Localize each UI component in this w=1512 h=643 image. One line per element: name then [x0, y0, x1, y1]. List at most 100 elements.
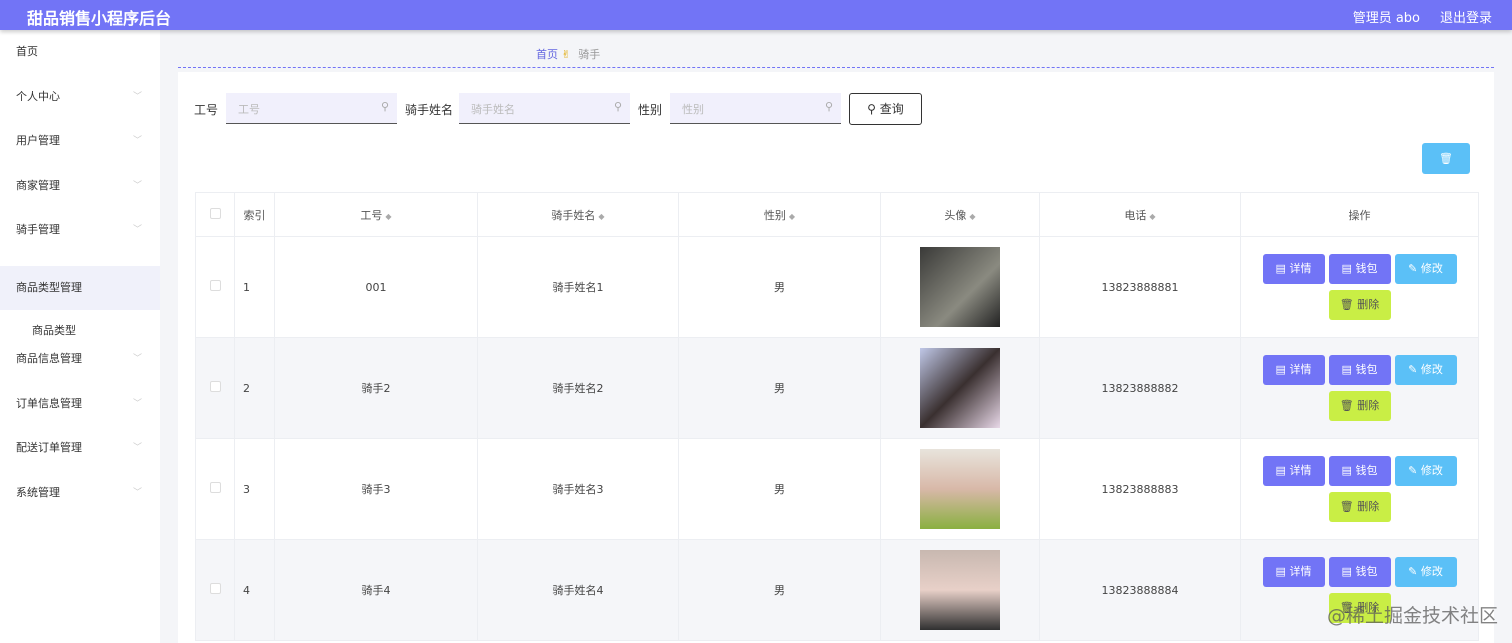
detail-button[interactable]: ▤ 详情: [1262, 456, 1325, 486]
cell-id: 骑手2: [274, 337, 478, 439]
search-icon: ⚲: [824, 100, 833, 113]
header-phone[interactable]: 电话 ◆: [1039, 192, 1241, 237]
menu-label: 个人中心: [16, 90, 60, 103]
detail-button[interactable]: ▤ 详情: [1262, 254, 1325, 284]
header-label: 电话: [1124, 208, 1147, 222]
document-icon: ▤: [1275, 262, 1286, 275]
cell-index: 1: [234, 236, 275, 338]
edit-button[interactable]: ✎ 修改: [1394, 355, 1457, 385]
header-gender[interactable]: 性别 ◆: [678, 192, 881, 237]
chevron-down-icon: ﹀: [132, 354, 142, 364]
menu-label: 订单信息管理: [16, 397, 82, 410]
chevron-down-icon: ﹀: [132, 181, 142, 191]
breadcrumb-current: 骑手: [578, 48, 601, 61]
row-checkbox[interactable]: [195, 438, 235, 540]
row-checkbox[interactable]: [195, 337, 235, 439]
placeholder: 工号: [238, 103, 260, 116]
detail-button[interactable]: ▤ 详情: [1262, 355, 1325, 385]
pencil-icon: ✎: [1408, 363, 1418, 376]
name-input[interactable]: 骑手姓名 ⚲: [459, 93, 630, 124]
btn-label: 删除: [1357, 298, 1380, 311]
avatar: [920, 449, 1000, 529]
pencil-icon: ✎: [1408, 262, 1418, 275]
sidebar-item-users[interactable]: 用户管理 ﹀: [0, 119, 160, 163]
sidebar-item-orders[interactable]: 订单信息管理 ﹀: [0, 382, 160, 426]
row-checkbox[interactable]: [195, 539, 235, 641]
row-checkbox[interactable]: [195, 236, 235, 338]
gender-label: 性别: [638, 103, 663, 117]
sidebar: 首页 个人中心 ﹀ 用户管理 ﹀ 商家管理 ﹀ 骑手管理 ﹀ 商品类型管理 商品类型 商…: [0, 30, 160, 643]
trash-icon: 🗑: [1339, 399, 1354, 412]
wallet-button[interactable]: ▤ 钱包: [1328, 254, 1391, 284]
document-icon: ▤: [1341, 565, 1352, 578]
cell-name: 骑手姓名3: [477, 438, 679, 540]
table-row: 2 骑手2 骑手姓名2 男 13823888882 ▤ 详情 ▤ 钱包 ✎ 修改 🗑 …: [195, 337, 1479, 439]
sidebar-item-delivery[interactable]: 配送订单管理 ﹀: [0, 426, 160, 470]
pencil-icon: ✎: [1408, 464, 1418, 477]
sort-icon: ◆: [385, 211, 392, 221]
sidebar-item-product-types[interactable]: 商品类型管理: [0, 266, 160, 310]
placeholder: 性别: [682, 103, 704, 116]
sort-icon: ◆: [969, 211, 976, 221]
sidebar-item-system[interactable]: 系统管理 ﹀: [0, 471, 160, 515]
select-all-checkbox[interactable]: [195, 192, 235, 237]
document-icon: ▤: [1341, 464, 1352, 477]
gender-input[interactable]: 性别 ⚲: [670, 93, 841, 124]
cell-id: 骑手3: [274, 438, 478, 540]
trash-icon: 🗑: [1339, 500, 1354, 513]
breadcrumb: 首页 ✌ 骑手: [536, 46, 600, 62]
header-name[interactable]: 骑手姓名 ◆: [477, 192, 679, 237]
sort-icon: ◆: [1149, 211, 1156, 221]
chevron-down-icon: ﹀: [132, 488, 142, 498]
cell-phone: 13823888884: [1039, 539, 1241, 641]
cell-id: 001: [274, 236, 478, 338]
detail-button[interactable]: ▤ 详情: [1262, 557, 1325, 587]
sidebar-item-home[interactable]: 首页: [0, 30, 160, 74]
edit-button[interactable]: ✎ 修改: [1394, 254, 1457, 284]
header-id[interactable]: 工号 ◆: [274, 192, 478, 237]
btn-label: 详情: [1289, 363, 1312, 376]
sidebar-subitem-product-type[interactable]: 商品类型: [32, 322, 76, 338]
sidebar-item-merchants[interactable]: 商家管理 ﹀: [0, 164, 160, 208]
bulk-delete-button[interactable]: 🗑: [1422, 143, 1470, 174]
hand-icon: ✌: [561, 48, 571, 61]
edit-button[interactable]: ✎ 修改: [1394, 456, 1457, 486]
avatar: [920, 348, 1000, 428]
sidebar-item-products[interactable]: 商品信息管理 ﹀: [0, 337, 160, 381]
btn-label: 详情: [1289, 262, 1312, 275]
btn-label: 修改: [1420, 262, 1443, 275]
id-label: 工号: [194, 103, 219, 117]
btn-label: 修改: [1420, 565, 1443, 578]
sort-icon: ◆: [788, 211, 796, 221]
logout-link[interactable]: 退出登录: [1440, 7, 1492, 26]
delete-button[interactable]: 🗑 删除: [1328, 492, 1391, 522]
header-label: 头像: [944, 208, 967, 222]
wallet-button[interactable]: ▤ 钱包: [1328, 355, 1391, 385]
query-button[interactable]: ⚲ 查询: [849, 93, 922, 125]
sidebar-item-riders[interactable]: 骑手管理 ﹀: [0, 208, 160, 252]
header-avatar[interactable]: 头像 ◆: [880, 192, 1040, 237]
query-label: 查询: [879, 102, 904, 116]
divider: [178, 67, 1494, 68]
avatar: [920, 247, 1000, 327]
wallet-button[interactable]: ▤ 钱包: [1328, 456, 1391, 486]
menu-label: 用户管理: [16, 134, 60, 147]
id-input[interactable]: 工号 ⚲: [226, 93, 397, 124]
top-header: 甜品销售小程序后台 管理员 abo 退出登录: [0, 0, 1512, 30]
cell-phone: 13823888881: [1039, 236, 1241, 338]
delete-button[interactable]: 🗑 删除: [1328, 290, 1391, 320]
sort-icon: ◆: [598, 211, 605, 221]
search-icon: ⚲: [867, 102, 876, 116]
menu-label: 商家管理: [16, 179, 60, 192]
menu-label: 配送订单管理: [16, 441, 82, 454]
edit-button[interactable]: ✎ 修改: [1394, 557, 1457, 587]
document-icon: ▤: [1275, 464, 1286, 477]
cell-index: 4: [234, 539, 275, 641]
name-label: 骑手姓名: [405, 103, 454, 117]
delete-button[interactable]: 🗑 删除: [1328, 391, 1391, 421]
breadcrumb-home[interactable]: 首页: [536, 48, 558, 61]
cell-name: 骑手姓名2: [477, 337, 679, 439]
sidebar-item-profile[interactable]: 个人中心 ﹀: [0, 75, 160, 119]
wallet-button[interactable]: ▤ 钱包: [1328, 557, 1391, 587]
cell-actions: ▤ 详情 ▤ 钱包 ✎ 修改 🗑 删除: [1240, 438, 1479, 540]
